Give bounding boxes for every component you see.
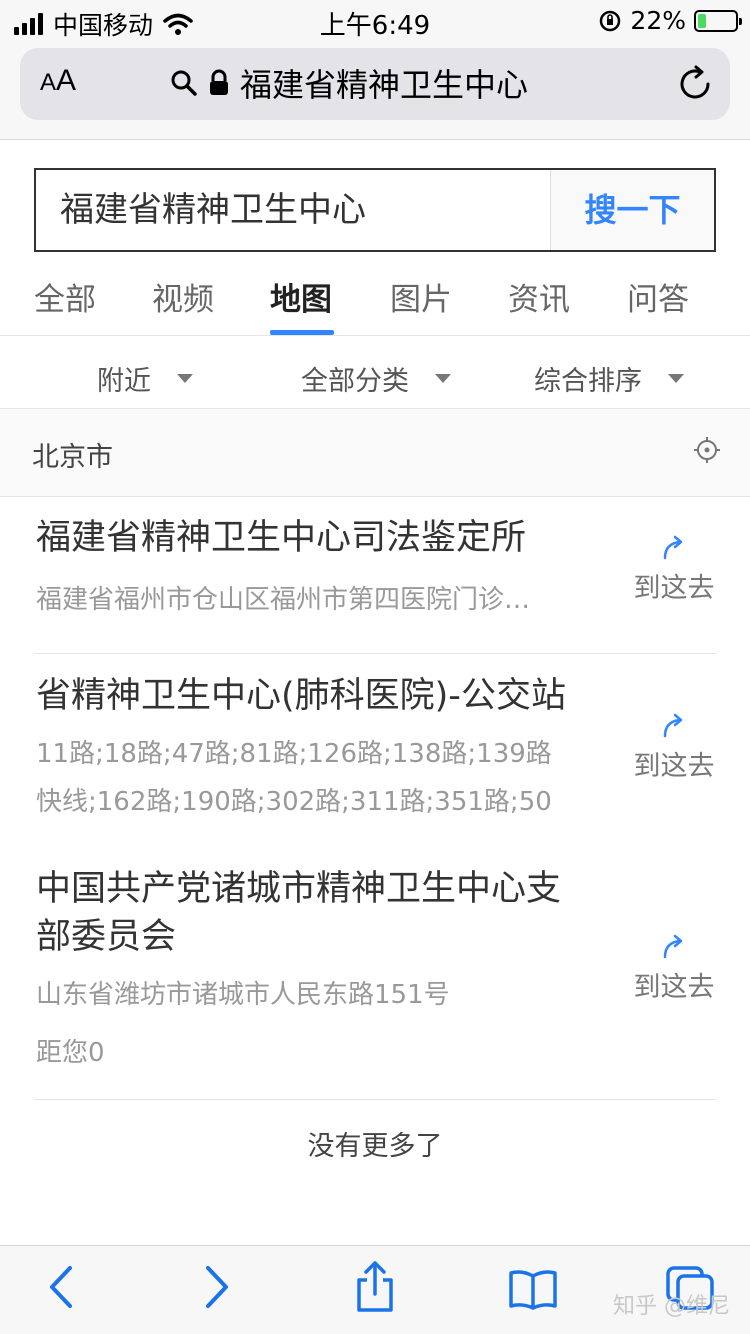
share-icon[interactable] — [354, 1260, 396, 1314]
dropdown-arrow-icon — [177, 374, 193, 383]
route-arrow-icon — [663, 934, 683, 959]
filter-label: 综合排序 — [534, 366, 642, 397]
directions-button[interactable]: 到这去 — [632, 532, 716, 605]
browser-toolbar: 知乎 @维尼 — [0, 1245, 750, 1334]
filter-sort[interactable]: 综合排序 — [534, 359, 684, 398]
battery-icon — [694, 9, 742, 32]
search-button[interactable]: 搜一下 — [550, 170, 714, 250]
orientation-lock-icon — [600, 10, 621, 31]
no-more-results: 没有更多了 — [307, 1131, 443, 1162]
status-bar: 中国移动 上午6:49 22% — [0, 0, 750, 41]
directions-button[interactable]: 到这去 — [632, 710, 716, 783]
directions-label: 到这去 — [633, 573, 715, 604]
forward-icon[interactable] — [202, 1264, 232, 1310]
dropdown-arrow-icon — [435, 374, 451, 383]
search-icon — [171, 70, 197, 96]
battery-percent: 22% — [630, 6, 686, 35]
address-bar[interactable]: AAAA 福建省精神卫生中心 — [20, 48, 730, 120]
directions-label: 到这去 — [633, 972, 715, 1003]
tab-video[interactable]: 视频 — [152, 274, 214, 319]
status-right: 22% — [598, 6, 742, 35]
result-distance: 距您0 — [36, 1038, 105, 1068]
battery-fill — [698, 13, 706, 28]
bookmarks-icon[interactable] — [508, 1268, 558, 1310]
url-text: 福建省精神卫生中心 — [240, 66, 529, 104]
divider — [34, 1099, 716, 1100]
tab-map[interactable]: 地图 — [270, 274, 332, 319]
city-row[interactable]: 北京市 — [0, 409, 750, 497]
tab-images[interactable]: 图片 — [390, 274, 452, 319]
route-arrow-icon — [663, 535, 683, 560]
active-tab-indicator — [270, 330, 334, 335]
tab-news[interactable]: 资讯 — [508, 274, 570, 319]
result-title[interactable]: 中国共产党诸城市精神卫生中心支部委员会 — [36, 865, 586, 961]
watermark: 知乎 @维尼 — [613, 1294, 730, 1319]
category-tabs: 全部 视频 地图 图片 资讯 问答 — [0, 262, 750, 336]
city-label: 北京市 — [32, 442, 113, 473]
result-title[interactable]: 省精神卫生中心(肺科医院)-公交站 — [36, 672, 596, 720]
search-box: 搜一下 — [34, 168, 716, 252]
tab-qa[interactable]: 问答 — [627, 274, 689, 319]
result-item[interactable]: 中国共产党诸城市精神卫生中心支部委员会 山东省潍坊市诸城市人民东路151号 距您… — [0, 845, 750, 1099]
browser-address-area: AAAA 福建省精神卫生中心 — [0, 40, 750, 140]
result-address: 11路;18路;47路;81路;126路;138路;139路快线;162路;19… — [36, 739, 552, 817]
tab-all[interactable]: 全部 — [34, 274, 96, 319]
result-item[interactable]: 福建省精神卫生中心司法鉴定所 福建省福州市仓山区福州市第四医院门诊… 到这去 — [0, 498, 750, 653]
filter-label: 全部分类 — [301, 366, 409, 397]
result-item[interactable]: 省精神卫生中心(肺科医院)-公交站 11路;18路;47路;81路;126路;1… — [0, 654, 750, 844]
back-icon[interactable] — [46, 1264, 76, 1310]
lock-icon — [210, 69, 228, 95]
search-input[interactable] — [60, 170, 540, 250]
directions-button[interactable]: 到这去 — [632, 931, 716, 1004]
reader-aa-button[interactable]: AAAA — [40, 64, 76, 98]
dropdown-arrow-icon — [668, 374, 684, 383]
url-display[interactable]: 福建省精神卫生中心 — [170, 60, 528, 106]
filter-nearby[interactable]: 附近 — [97, 359, 193, 398]
route-arrow-icon — [663, 713, 683, 738]
locate-icon[interactable] — [694, 437, 720, 463]
result-address: 福建省福州市仓山区福州市第四医院门诊… — [36, 585, 531, 615]
result-address: 山东省潍坊市诸城市人民东路151号 — [36, 980, 450, 1010]
result-title[interactable]: 福建省精神卫生中心司法鉴定所 — [36, 514, 596, 562]
filter-category[interactable]: 全部分类 — [301, 359, 451, 398]
directions-label: 到这去 — [633, 751, 715, 782]
filter-bar: 附近 全部分类 综合排序 — [0, 337, 750, 409]
reload-icon[interactable] — [678, 64, 714, 102]
filter-label: 附近 — [97, 366, 151, 397]
